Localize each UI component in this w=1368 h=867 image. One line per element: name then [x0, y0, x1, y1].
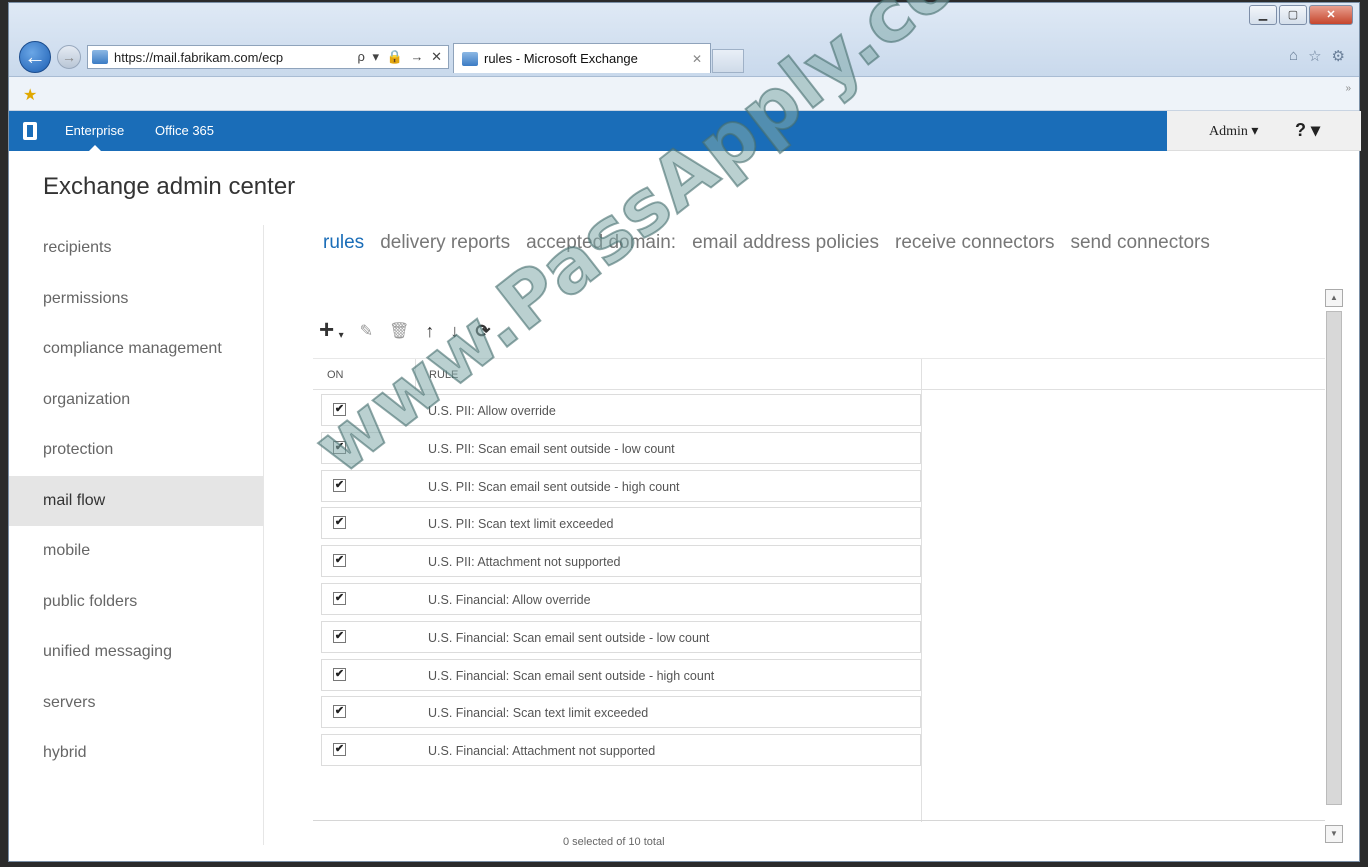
sidebar-divider	[263, 225, 264, 845]
office-logo-icon	[23, 122, 37, 140]
maximize-button[interactable]: ▢	[1279, 5, 1307, 25]
rule-name: U.S. Financial: Scan email sent outside …	[428, 630, 710, 645]
table-row[interactable]: ✔ U.S. Financial: Allow override	[321, 582, 921, 615]
chevron-more-icon[interactable]: »	[1345, 83, 1351, 94]
gear-icon[interactable]: ⚙	[1332, 47, 1345, 65]
table-row[interactable]: ✔ U.S. Financial: Scan email sent outside…	[321, 658, 921, 691]
window-controls: ▁ ▢ ✕	[1247, 5, 1353, 25]
table-row[interactable]: ✔ U.S. PII: Attachment not supported	[321, 545, 921, 578]
favorites-bar: ★ »	[9, 77, 1359, 111]
rule-name: U.S. PII: Scan text limit exceeded	[428, 517, 614, 532]
tab-close-icon[interactable]: ✕	[692, 52, 702, 66]
rule-enabled-checkbox[interactable]: ✔	[333, 554, 346, 568]
back-button[interactable]: ←	[19, 41, 51, 73]
close-window-button[interactable]: ✕	[1309, 5, 1353, 25]
rules-grid: ON RULE ✔ U.S. PII: Allow override ✔ U.S. …	[313, 358, 1325, 848]
sidebar-item-compliance-management[interactable]: compliance management	[9, 324, 263, 375]
sidebar-item-mail-flow[interactable]: mail flow	[9, 475, 263, 526]
tab-title: rules - Microsoft Exchange	[484, 51, 638, 66]
rule-enabled-checkbox[interactable]: ✔	[333, 516, 346, 530]
details-pane-divider	[921, 390, 922, 822]
rule-enabled-checkbox[interactable]: ✔	[333, 629, 346, 643]
sidebar-item-public-folders[interactable]: public folders	[9, 577, 263, 628]
nav-office-365[interactable]: Office 365	[155, 123, 214, 138]
plus-icon: +	[319, 314, 335, 344]
scroll-up-button[interactable]: ▲	[1325, 289, 1343, 307]
rule-name: U.S. Financial: Scan email sent outside …	[428, 668, 715, 683]
table-row[interactable]: ✔ U.S. Financial: Scan email sent outside…	[321, 620, 921, 653]
rule-name: U.S. PII: Scan email sent outside - low …	[428, 441, 675, 456]
admin-menu[interactable]: Admin ▾	[1209, 123, 1258, 140]
grid-footer-divider	[313, 820, 1325, 821]
home-icon[interactable]: ⌂	[1289, 47, 1298, 65]
browser-tab-rules[interactable]: rules - Microsoft Exchange ✕	[453, 43, 711, 73]
sidebar-item-servers[interactable]: servers	[9, 678, 263, 729]
help-menu[interactable]: ? ▾	[1295, 120, 1320, 141]
address-url: https://mail.fabrikam.com/ecp	[114, 49, 284, 65]
selection-status: 0 selected of 10 total	[563, 836, 665, 848]
rule-name: U.S. PII: Attachment not supported	[428, 555, 621, 570]
sidebar: recipients permissions compliance manage…	[9, 223, 263, 779]
vertical-scrollbar[interactable]: ▲ ▼	[1325, 289, 1343, 845]
nav-enterprise[interactable]: Enterprise	[65, 123, 124, 151]
sidebar-item-permissions[interactable]: permissions	[9, 274, 263, 325]
forward-button[interactable]: →	[57, 45, 81, 69]
table-row[interactable]: ✔ U.S. PII: Scan text limit exceeded	[321, 507, 921, 540]
chevron-down-icon: ▾	[338, 330, 344, 341]
page-title: Exchange admin center	[43, 173, 296, 200]
browser-window: ▁ ▢ ✕ ← → https://mail.fabrikam.com/ecp …	[8, 0, 1361, 862]
browser-titlebar: ▁ ▢ ✕ ← → https://mail.fabrikam.com/ecp …	[9, 3, 1359, 77]
column-divider	[921, 359, 922, 391]
sidebar-item-recipients[interactable]: recipients	[9, 223, 263, 274]
minimize-button[interactable]: ▁	[1249, 5, 1277, 25]
tab-email-address-policies[interactable]: email address policies	[692, 232, 879, 254]
sidebar-item-organization[interactable]: organization	[9, 375, 263, 426]
sidebar-item-hybrid[interactable]: hybrid	[9, 728, 263, 779]
tab-send-connectors[interactable]: send connectors	[1070, 232, 1209, 254]
rule-name: U.S. Financial: Attachment not supported	[428, 744, 656, 759]
tab-receive-connectors[interactable]: receive connectors	[895, 232, 1054, 254]
rule-name: U.S. Financial: Allow override	[428, 592, 591, 607]
favorites-star-icon[interactable]: ☆	[1308, 47, 1321, 65]
tab-favicon-icon	[462, 51, 478, 66]
sidebar-item-unified-messaging[interactable]: unified messaging	[9, 627, 263, 678]
admin-bar: Admin ▾ ? ▾	[1167, 111, 1361, 151]
address-tools[interactable]: ρ ▾ 🔒 → ✕	[358, 49, 444, 65]
edit-pencil-icon[interactable]: ✎	[360, 321, 373, 341]
rules-list: ✔ U.S. PII: Allow override ✔ U.S. PII: Sca…	[321, 394, 921, 772]
rule-name: U.S. Financial: Scan text limit exceeded	[428, 706, 649, 721]
rule-enabled-checkbox[interactable]: ✔	[333, 667, 346, 681]
address-bar[interactable]: https://mail.fabrikam.com/ecp ρ ▾ 🔒 → ✕	[87, 45, 449, 69]
tab-delivery-reports[interactable]: delivery reports	[380, 232, 510, 254]
table-row[interactable]: ✔ U.S. Financial: Attachment not supporte…	[321, 734, 921, 767]
add-favorite-icon[interactable]: ★	[23, 85, 37, 105]
scroll-thumb[interactable]	[1326, 311, 1342, 805]
sidebar-item-protection[interactable]: protection	[9, 425, 263, 476]
new-tab-button[interactable]	[712, 49, 744, 73]
new-rule-button[interactable]: + ▾	[319, 316, 344, 343]
browser-toolbar-icons: ⌂ ☆ ⚙	[1289, 47, 1345, 65]
scroll-down-button[interactable]: ▼	[1325, 825, 1343, 843]
site-icon	[92, 50, 108, 64]
rule-enabled-checkbox[interactable]: ✔	[333, 591, 346, 605]
rule-name: U.S. PII: Scan email sent outside - high…	[428, 479, 680, 494]
mail-flow-tabs: rules delivery reports accepted domain: …	[323, 232, 1226, 254]
table-row[interactable]: ✔ U.S. Financial: Scan text limit exceede…	[321, 696, 921, 729]
sidebar-item-mobile[interactable]: mobile	[9, 526, 263, 577]
o365-navbar: Enterprise Office 365	[9, 111, 1167, 151]
table-row[interactable]: ✔ U.S. PII: Scan email sent outside - hig…	[321, 469, 921, 502]
rule-enabled-checkbox[interactable]: ✔	[333, 705, 346, 719]
rule-enabled-checkbox[interactable]: ✔	[333, 743, 346, 757]
column-header-on[interactable]: ON	[327, 369, 344, 381]
tab-rules[interactable]: rules	[323, 232, 364, 254]
